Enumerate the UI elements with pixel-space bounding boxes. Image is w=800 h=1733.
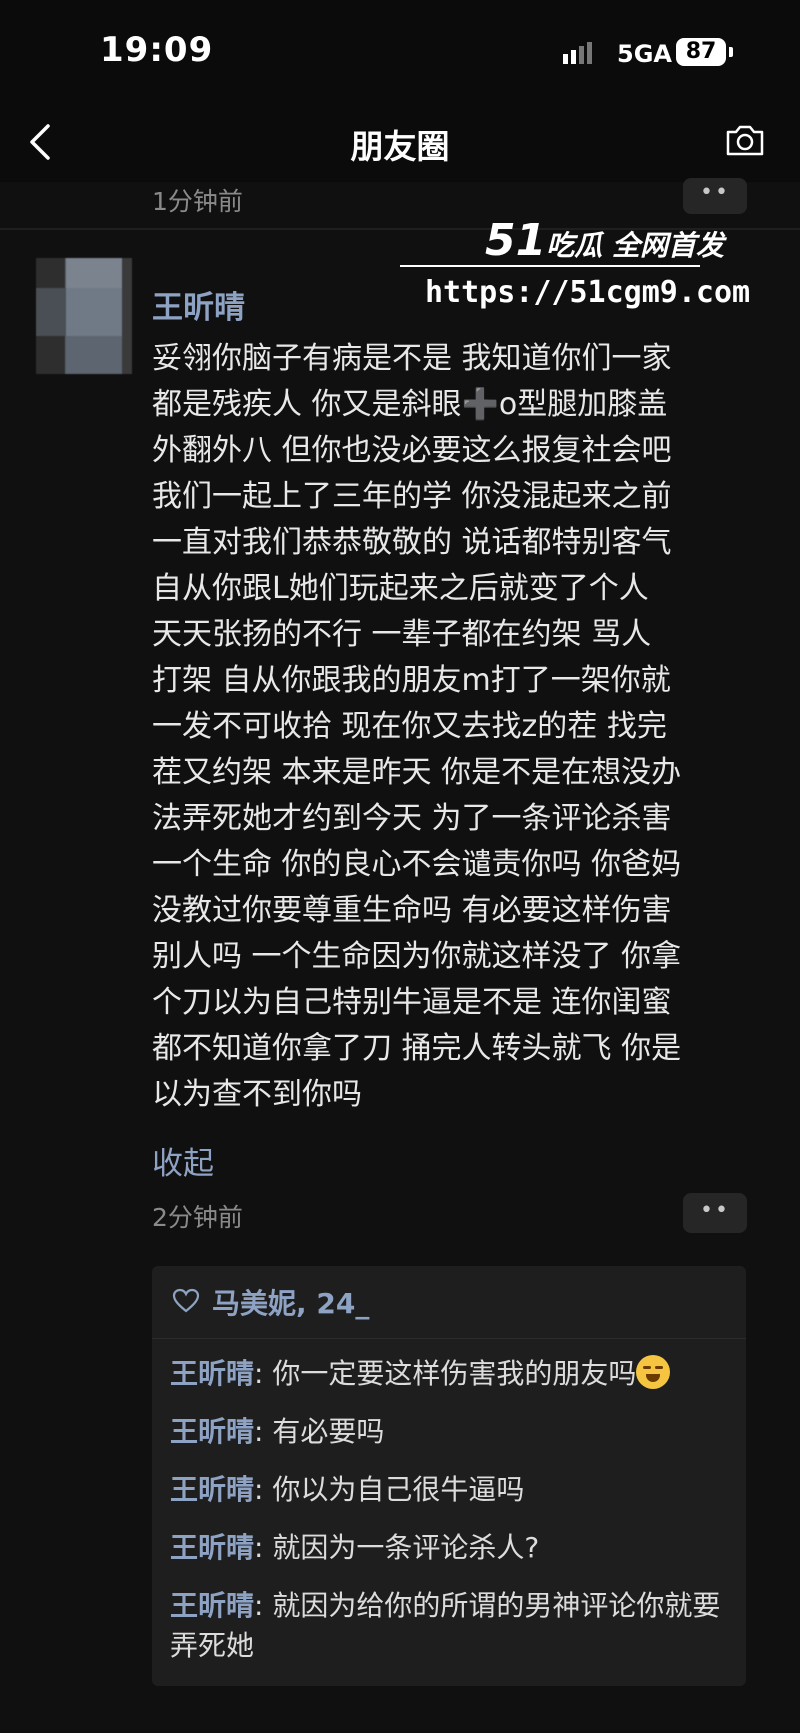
comment-text: 你以为自己很牛逼吗 — [272, 1473, 525, 1506]
post-line: 打架 自从你跟我的朋友m打了一架你就 — [152, 663, 671, 698]
post-line: 我们一起上了三年的学 你没混起来之前 — [152, 479, 672, 514]
battery-icon: 87 — [676, 38, 726, 66]
signal-icon — [563, 42, 595, 64]
nav-bar: 朋友圈 — [0, 100, 800, 182]
collapse-link[interactable]: 收起 — [152, 1138, 214, 1183]
post-line: 法弄死她才约到今天 为了一条评论杀害 — [152, 801, 672, 836]
comment-author[interactable]: 王昕晴 — [170, 1473, 254, 1506]
previous-post-timestamp: 1分钟前 — [152, 187, 243, 216]
comment-separator: : — [254, 1531, 273, 1564]
comments-panel: 马美妮, 24_ 王昕晴: 你一定要这样伤害我的朋友吗 王昕晴: 有必要吗 王昕… — [152, 1266, 746, 1686]
watermark: 51吃瓜 全网首发 https://51cgm9.com — [395, 205, 750, 315]
comment-author[interactable]: 王昕晴 — [170, 1531, 254, 1564]
post-line: 天天张扬的不行 一辈子都在约架 骂人 — [152, 617, 652, 652]
watermark-line — [400, 265, 700, 267]
post-line: 别人吗 一个生命因为你就这样没了 你拿 — [152, 939, 682, 974]
post-timestamp: 2分钟前 — [152, 1203, 243, 1232]
post-line: 一发不可收拾 现在你又去找z的茬 找完 — [152, 709, 667, 744]
comment-text: 你一定要这样伤害我的朋友吗 — [272, 1357, 637, 1390]
status-bar: 19:09 5GA 87 — [0, 0, 800, 100]
battery-cap — [729, 47, 733, 57]
comment-item[interactable]: 王昕晴: 就因为一条评论杀人? — [170, 1528, 730, 1568]
post-line: 一个生命 你的良心不会谴责你吗 你爸妈 — [152, 847, 682, 882]
post-line: 都是残疾人 你又是斜眼➕o型腿加膝盖 — [152, 387, 668, 422]
comment-separator: : — [254, 1357, 273, 1390]
comment-author[interactable]: 王昕晴 — [170, 1589, 254, 1622]
comment-author[interactable]: 王昕晴 — [170, 1357, 254, 1390]
crying-laughing-emoji-icon — [636, 1355, 671, 1389]
post-line: 自从你跟L她们玩起来之后就变了个人 — [152, 571, 649, 606]
post-line: 外翻外八 但你也没必要这么报复社会吧 — [152, 433, 672, 468]
comment-author[interactable]: 王昕晴 — [170, 1415, 254, 1448]
post-line: 茬又约架 本来是昨天 你是不是在想没办 — [152, 755, 682, 790]
likes-list[interactable]: 马美妮, 24_ — [212, 1282, 369, 1322]
post-line: 没教过你要尊重生命吗 有必要这样伤害 — [152, 893, 672, 928]
post-line: 以为查不到你吗 — [152, 1077, 362, 1112]
more-actions-button[interactable]: •• — [683, 1193, 747, 1233]
comment-text: 有必要吗 — [272, 1415, 385, 1448]
avatar[interactable] — [36, 258, 132, 374]
page-title: 朋友圈 — [350, 127, 450, 166]
watermark-url: https://51cgm9.com — [425, 275, 751, 310]
network-type: 5GA — [617, 40, 672, 68]
comment-item[interactable]: 王昕晴: 你一定要这样伤害我的朋友吗 — [170, 1354, 730, 1394]
heart-icon — [172, 1288, 200, 1313]
post-line: 个刀以为自己特别牛逼是不是 连你闺蜜 — [152, 985, 672, 1020]
comment-separator: : — [254, 1589, 273, 1622]
likes-divider — [152, 1338, 746, 1339]
post-author[interactable]: 王昕晴 — [152, 282, 245, 327]
comment-text: 就因为一条评论杀人? — [272, 1531, 540, 1564]
comment-separator: : — [254, 1415, 273, 1448]
post-text: 妥翎你脑子有病是不是 我知道你们一家 都是残疾人 你又是斜眼➕o型腿加膝盖 外翻… — [152, 336, 752, 1118]
watermark-brand: 51吃瓜 全网首发 — [485, 215, 724, 266]
post-line: 一直对我们恭恭敬敬的 说话都特别客气 — [152, 525, 672, 560]
comment-separator: : — [254, 1473, 273, 1506]
comment-item[interactable]: 王昕晴: 你以为自己很牛逼吗 — [170, 1470, 730, 1510]
camera-icon[interactable] — [724, 122, 766, 158]
comment-item[interactable]: 王昕晴: 有必要吗 — [170, 1412, 730, 1452]
post-line: 妥翎你脑子有病是不是 我知道你们一家 — [152, 341, 672, 376]
post-line: 都不知道你拿了刀 捅完人转头就飞 你是 — [152, 1031, 682, 1066]
comment-item[interactable]: 王昕晴: 就因为给你的所谓的男神评论你就要弄死她 — [170, 1586, 730, 1666]
status-time: 19:09 — [100, 30, 214, 70]
